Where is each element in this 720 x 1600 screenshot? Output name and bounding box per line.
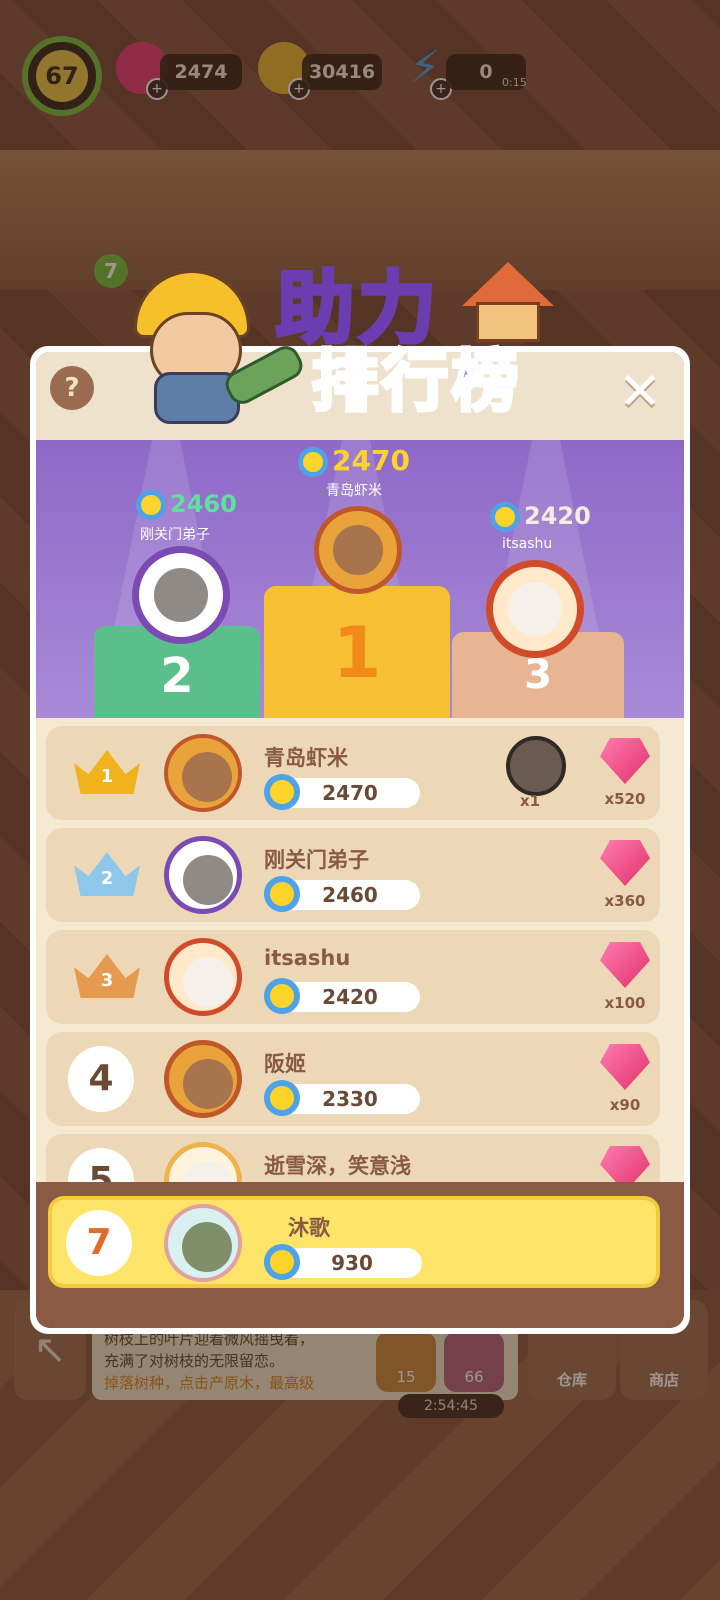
gold-crown-icon: 1 bbox=[74, 750, 140, 800]
my-rank-row[interactable]: 7 沐歌 930 bbox=[48, 1196, 660, 1288]
player-avatar[interactable] bbox=[164, 836, 242, 914]
flower-icon bbox=[298, 447, 328, 477]
help-button[interactable]: ? bbox=[50, 366, 94, 410]
flower-icon bbox=[264, 876, 300, 912]
player-avatar[interactable] bbox=[164, 938, 242, 1016]
gem-reward-icon bbox=[600, 1044, 650, 1090]
rank-number: 2 bbox=[100, 868, 114, 889]
podium-1: 1 bbox=[264, 586, 450, 718]
cow-character-icon bbox=[183, 957, 233, 1007]
flower-icon bbox=[264, 1080, 300, 1116]
item-reward-count: x1 bbox=[520, 792, 541, 810]
hippo-character-icon bbox=[154, 568, 208, 622]
hippo-character-icon bbox=[183, 855, 233, 905]
podium-1-avatar[interactable] bbox=[314, 506, 402, 594]
podium-1-name: 青岛虾米 bbox=[326, 483, 382, 499]
player-score: 2460 bbox=[280, 880, 420, 910]
house-wall bbox=[476, 302, 540, 342]
player-score: 2470 bbox=[280, 778, 420, 808]
podium-3-avatar[interactable] bbox=[486, 560, 584, 658]
podium-3-score-value: 2420 bbox=[524, 502, 591, 530]
flower-icon bbox=[264, 774, 300, 810]
player-name: itsashu bbox=[264, 946, 351, 970]
podium-2-score: 2460 bbox=[136, 490, 237, 520]
my-name: 沐歌 bbox=[288, 1216, 330, 1240]
ranking-row[interactable]: 3 itsashu 2420 x100 bbox=[46, 930, 660, 1024]
podium-2-avatar[interactable] bbox=[132, 546, 230, 644]
cow-character-icon bbox=[508, 582, 562, 636]
gem-reward-count: x90 bbox=[609, 1096, 641, 1114]
player-name: 青岛虾米 bbox=[264, 746, 348, 770]
flower-icon bbox=[264, 978, 300, 1014]
podium-1-number: 1 bbox=[332, 612, 382, 694]
ranking-list[interactable]: 1 青岛虾米 2470 x1 x520 2 刚关门弟子 2460 x360 3 … bbox=[36, 718, 684, 1182]
ranking-row[interactable]: 4 阪姬 2330 x90 bbox=[46, 1032, 660, 1126]
cow-character-icon bbox=[183, 1161, 233, 1182]
house-icon bbox=[462, 262, 554, 342]
player-name: 阪姬 bbox=[264, 1052, 306, 1076]
flower-icon bbox=[136, 490, 166, 520]
podium-3-number: 3 bbox=[524, 652, 552, 698]
cat-character-icon bbox=[182, 1222, 232, 1272]
title-line-2: 排行榜 bbox=[310, 341, 522, 422]
gem-reward-count: x520 bbox=[604, 790, 646, 808]
player-name: 刚关门弟子 bbox=[264, 848, 369, 872]
my-rank-area: 7 沐歌 930 bbox=[36, 1182, 684, 1328]
gem-reward-icon bbox=[600, 942, 650, 988]
house-roof bbox=[462, 262, 554, 306]
podium-2-score-value: 2460 bbox=[170, 490, 237, 518]
rank-number: 3 bbox=[100, 970, 114, 991]
my-avatar[interactable] bbox=[164, 1204, 242, 1282]
flower-icon bbox=[490, 502, 520, 532]
player-name: 逝雪深，笑意浅 bbox=[264, 1154, 411, 1178]
my-score: 930 bbox=[282, 1248, 422, 1278]
raccoon-character-icon bbox=[183, 1059, 233, 1109]
podium-1-score-value: 2470 bbox=[332, 444, 410, 477]
gem-reward-icon bbox=[600, 738, 650, 784]
player-score: 2420 bbox=[280, 982, 420, 1012]
gem-reward-count: x360 bbox=[604, 892, 646, 910]
podium-1-score: 2470 bbox=[298, 444, 410, 477]
gem-reward-icon bbox=[600, 840, 650, 886]
raccoon-character-icon bbox=[182, 752, 232, 802]
my-rank-number: 7 bbox=[66, 1210, 132, 1276]
rank-number: 1 bbox=[100, 766, 114, 787]
gem-reward-count: x100 bbox=[604, 994, 646, 1012]
headphone-reward-icon bbox=[506, 736, 566, 796]
monkey-mascot-icon bbox=[124, 262, 308, 424]
player-avatar[interactable] bbox=[164, 1142, 242, 1182]
rank-number: 4 bbox=[68, 1046, 134, 1112]
podium-3-name: itsashu bbox=[502, 536, 553, 552]
podium-area: 2 1 3 2470 青岛虾米 2460 刚关门弟子 2420 itsashu bbox=[36, 440, 684, 718]
player-avatar[interactable] bbox=[164, 734, 242, 812]
gem-reward-icon bbox=[600, 1146, 650, 1182]
ranking-row[interactable]: 1 青岛虾米 2470 x1 x520 bbox=[46, 726, 660, 820]
rank-number: 5 bbox=[68, 1148, 134, 1182]
podium-3-score: 2420 bbox=[490, 502, 591, 532]
flower-icon bbox=[264, 1244, 300, 1280]
player-avatar[interactable] bbox=[164, 1040, 242, 1118]
leaderboard-modal: ? ✕ 2 1 3 2470 青岛虾米 2460 刚关门弟子 2420 itsa… bbox=[30, 346, 690, 1334]
player-score: 2330 bbox=[280, 1084, 420, 1114]
podium-2-name: 刚关门弟子 bbox=[140, 527, 210, 543]
silver-crown-icon: 2 bbox=[74, 852, 140, 902]
ranking-row[interactable]: 5 逝雪深，笑意浅 bbox=[46, 1134, 660, 1182]
close-button[interactable]: ✕ bbox=[614, 366, 666, 418]
podium-2-number: 2 bbox=[160, 648, 194, 704]
raccoon-character-icon bbox=[333, 525, 383, 575]
leaderboard-panel: ? ✕ 2 1 3 2470 青岛虾米 2460 刚关门弟子 2420 itsa… bbox=[36, 352, 684, 1328]
bronze-crown-icon: 3 bbox=[74, 954, 140, 1004]
ranking-row[interactable]: 2 刚关门弟子 2460 x360 bbox=[46, 828, 660, 922]
